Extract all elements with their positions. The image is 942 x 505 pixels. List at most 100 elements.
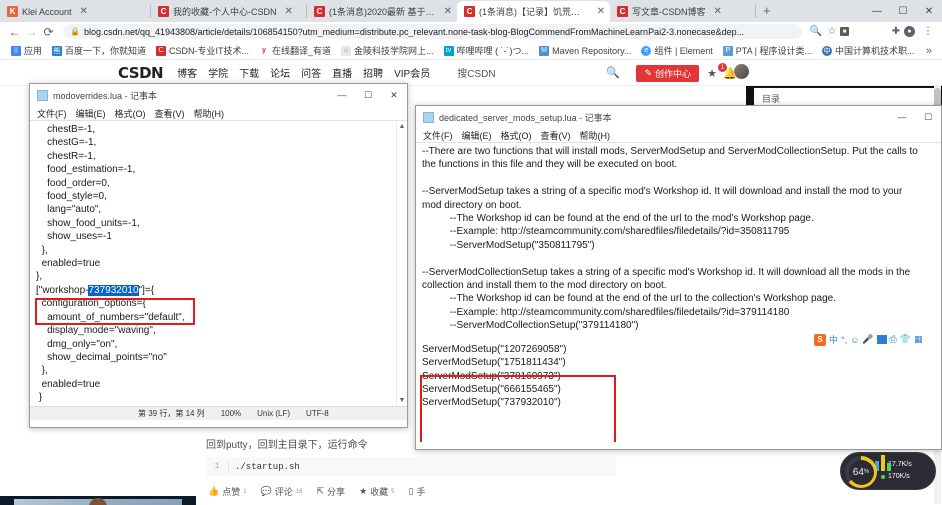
tab-close-icon[interactable]: ✕ bbox=[285, 6, 293, 17]
notepad-text-area[interactable]: chestB=-1, chestG=-1, chestR=-1, food_es… bbox=[30, 120, 407, 406]
like-button[interactable]: 👍 点赞 1 bbox=[208, 485, 247, 498]
nav-item-live[interactable]: 直播 bbox=[332, 65, 352, 80]
bookmark-jit[interactable]: ⌂ 金陵科技学院网上... bbox=[336, 44, 439, 57]
close-button[interactable]: ✕ bbox=[916, 6, 942, 17]
bookmark-label: 应用 bbox=[24, 46, 43, 56]
browser-tab-3[interactable]: C (1条消息)【记录】饥荒联机版… ✕ bbox=[457, 1, 610, 22]
ime-mode-label[interactable]: 中 bbox=[829, 333, 838, 346]
maximize-button[interactable]: ☐ bbox=[355, 84, 381, 106]
address-bar[interactable]: 🔒 blog.csdn.net/qq_41943808/article/deta… bbox=[63, 24, 802, 39]
nav-item-forum[interactable]: 论坛 bbox=[270, 65, 290, 80]
network-speed-widget[interactable]: 64% 17.7K/s 170K/s bbox=[840, 452, 936, 490]
menu-format[interactable]: 格式(O) bbox=[501, 129, 532, 142]
menu-format[interactable]: 格式(O) bbox=[115, 107, 146, 120]
emoji-icon[interactable]: ☺ bbox=[850, 335, 859, 345]
csdn-logo[interactable]: CSDN bbox=[118, 64, 164, 82]
nav-item-search-csdn[interactable]: 搜CSDN bbox=[457, 65, 495, 80]
punctuation-icon[interactable]: °, bbox=[841, 335, 847, 345]
microphone-icon[interactable]: 🎤 bbox=[862, 334, 873, 345]
search-icon[interactable]: 🔍 bbox=[606, 66, 620, 79]
nav-item-blog[interactable]: 博客 bbox=[177, 65, 197, 80]
notepad-scrollbar[interactable]: ▲ ▼ bbox=[396, 121, 407, 406]
bookmark-star-icon[interactable]: ☆ bbox=[824, 26, 840, 37]
forward-icon[interactable]: → bbox=[23, 25, 40, 39]
favorite-button[interactable]: ★ 收藏 5 bbox=[359, 485, 394, 498]
nav-item-download[interactable]: 下载 bbox=[239, 65, 259, 80]
notepad-window-dedicated-server-mods-setup[interactable]: dedicated_server_mods_setup.lua - 记事本 — … bbox=[415, 105, 942, 450]
menu-edit[interactable]: 编辑(E) bbox=[462, 129, 492, 142]
maximize-button[interactable]: ☐ bbox=[915, 106, 941, 128]
bookmarks-overflow-icon[interactable]: » bbox=[926, 45, 936, 57]
profile-avatar-icon[interactable]: ● bbox=[904, 26, 920, 37]
create-center-button[interactable]: ✎ 创作中心 bbox=[636, 65, 699, 82]
notepad-titlebar[interactable]: modoverrides.lua - 记事本 — ☐ ✕ bbox=[30, 84, 407, 106]
skin-icon[interactable]: 👕 bbox=[900, 334, 911, 345]
tab-close-icon[interactable]: ✕ bbox=[444, 6, 452, 17]
selected-workshop-id[interactable]: 737932010 bbox=[88, 284, 139, 296]
bookmark-apps[interactable]: ⠿ 应用 bbox=[6, 44, 47, 57]
menu-help[interactable]: 帮助(H) bbox=[580, 129, 611, 142]
sogou-icon[interactable]: S bbox=[814, 333, 826, 346]
minimize-button[interactable]: — bbox=[864, 6, 890, 17]
star-icon[interactable]: ★ bbox=[707, 67, 717, 80]
keyboard-icon[interactable] bbox=[876, 335, 887, 344]
browser-tab-1[interactable]: C 我的收藏-个人中心-CSDN ✕ bbox=[151, 1, 306, 22]
tab-title: 写文章-CSDN博客 bbox=[632, 7, 706, 17]
minimize-button[interactable]: — bbox=[329, 84, 355, 106]
menu-view[interactable]: 查看(V) bbox=[155, 107, 185, 120]
bookmark-csdn[interactable]: C CSDN-专业IT技术... bbox=[151, 44, 254, 57]
translate-icon[interactable]: ⎙ bbox=[890, 334, 897, 345]
scroll-up-icon[interactable]: ▲ bbox=[397, 123, 407, 130]
mobile-button[interactable]: ▯ 手 bbox=[409, 485, 426, 498]
nav-item-academy[interactable]: 学院 bbox=[208, 65, 228, 80]
tab-close-icon[interactable]: ✕ bbox=[714, 6, 722, 17]
reload-icon[interactable]: ⟳ bbox=[40, 25, 57, 39]
tab-close-icon[interactable]: ✕ bbox=[80, 6, 88, 17]
maximize-button[interactable]: ☐ bbox=[890, 6, 916, 17]
bookmark-bilibili[interactable]: tv 哔哩哔哩 ( ˙-˙)つ... bbox=[439, 44, 535, 57]
menu-view[interactable]: 查看(V) bbox=[541, 129, 571, 142]
bookmark-youdao[interactable]: y 在线翻译_有道 bbox=[254, 44, 336, 57]
search-icon[interactable]: 🔍 bbox=[808, 26, 824, 37]
menu-file[interactable]: 文件(F) bbox=[37, 107, 67, 120]
comment-button[interactable]: 💬 评论 16 bbox=[261, 485, 303, 498]
tab-close-icon[interactable]: ✕ bbox=[597, 6, 605, 17]
user-avatar[interactable] bbox=[734, 64, 749, 79]
bookmark-element[interactable]: e 组件 | Element bbox=[636, 44, 717, 57]
toolbox-icon[interactable]: ▦ bbox=[914, 334, 923, 345]
sogou-ime-toolbar[interactable]: S 中 °, ☺ 🎤 ⎙ 👕 ▦ bbox=[812, 332, 925, 347]
menu-file[interactable]: 文件(F) bbox=[423, 129, 453, 142]
close-button[interactable]: ✕ bbox=[381, 84, 407, 106]
csdn-favicon: C bbox=[314, 6, 325, 17]
browser-tab-2[interactable]: C (1条消息)2020最新 基于linux搭 ✕ bbox=[307, 1, 457, 22]
bookmark-pta[interactable]: P PTA | 程序设计类... bbox=[718, 44, 817, 57]
bookmark-maven[interactable]: M Maven Repository... bbox=[534, 45, 636, 56]
menu-help[interactable]: 帮助(H) bbox=[194, 107, 225, 120]
bookmark-ruankao[interactable]: 中 中国计算机技术职... bbox=[817, 44, 920, 57]
notepad-content[interactable]: chestB=-1, chestG=-1, chestR=-1, food_es… bbox=[30, 121, 407, 406]
back-icon[interactable]: ← bbox=[6, 25, 23, 39]
upload-speed: 17.7K/s bbox=[888, 461, 912, 468]
share-button[interactable]: ⇱ 分享 bbox=[317, 485, 346, 498]
browser-tab-0[interactable]: K Klei Account ✕ bbox=[0, 1, 150, 22]
minimize-button[interactable]: — bbox=[889, 106, 915, 128]
tab-strip: K Klei Account ✕ C 我的收藏-个人中心-CSDN ✕ C (1… bbox=[0, 0, 942, 22]
notepad-window-modoverrides[interactable]: modoverrides.lua - 记事本 — ☐ ✕ 文件(F) 编辑(E)… bbox=[29, 83, 408, 428]
bookmark-baidu[interactable]: 熊 百度一下，你就知道 bbox=[47, 44, 151, 57]
menu-edit[interactable]: 编辑(E) bbox=[76, 107, 106, 120]
extensions-puzzle-icon[interactable]: ✚ bbox=[888, 26, 904, 37]
new-tab-button[interactable]: + bbox=[756, 3, 778, 20]
nav-item-jobs[interactable]: 招聘 bbox=[363, 65, 383, 80]
scroll-down-icon[interactable]: ▼ bbox=[397, 397, 407, 404]
extension-icon-1[interactable]: ■ bbox=[840, 27, 856, 36]
chrome-menu-icon[interactable]: ⋮ bbox=[920, 26, 936, 37]
code-text: ./startup.sh bbox=[235, 461, 300, 472]
notepad-icon bbox=[423, 111, 434, 123]
browser-tab-4[interactable]: C 写文章-CSDN博客 ✕ bbox=[610, 1, 755, 22]
notepad-content[interactable]: --There are two functions that will inst… bbox=[416, 143, 941, 333]
advertisement-image[interactable] bbox=[0, 496, 196, 505]
nav-item-qa[interactable]: 问答 bbox=[301, 65, 321, 80]
notepad-titlebar[interactable]: dedicated_server_mods_setup.lua - 记事本 — … bbox=[416, 106, 941, 128]
notepad-text-area[interactable]: --There are two functions that will inst… bbox=[416, 142, 941, 442]
nav-item-vip[interactable]: VIP会员 bbox=[394, 65, 430, 80]
